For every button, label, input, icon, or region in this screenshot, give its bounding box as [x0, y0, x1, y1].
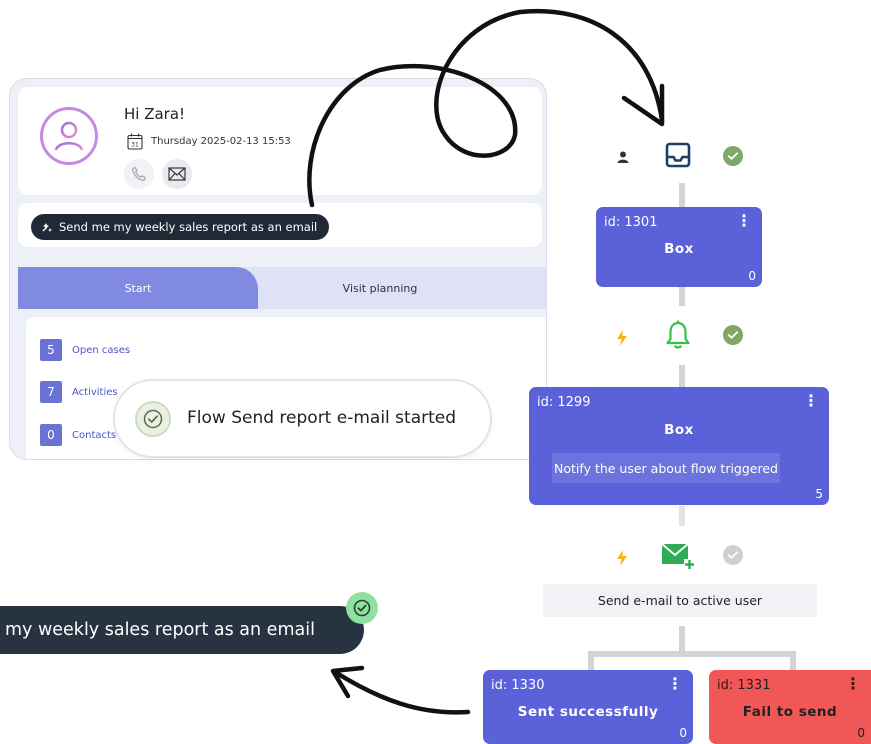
flow-started-toast: Flow Send report e-mail started — [113, 379, 492, 458]
connector — [588, 651, 796, 657]
node-count: 0 — [857, 726, 865, 740]
enlarged-prompt-chip: my weekly sales report as an email — [0, 606, 364, 654]
flow-node-1301[interactable]: id: 1301 ⋮ Box 0 — [596, 207, 762, 287]
tab-bar: Start Visit planning — [18, 267, 546, 309]
stat-contacts[interactable]: 0 Contacts — [40, 424, 116, 446]
check-circle-icon — [135, 401, 171, 437]
tab-start[interactable]: Start — [18, 267, 258, 309]
connector — [588, 651, 594, 672]
node-count: 5 — [815, 487, 823, 501]
bell-icon[interactable] — [664, 319, 692, 351]
loop-arrow-head — [621, 83, 665, 127]
stat-count: 7 — [40, 381, 62, 403]
person-icon — [614, 148, 632, 166]
stat-activities[interactable]: 7 Activities — [40, 381, 118, 403]
connector — [679, 183, 685, 209]
check-badge-icon — [346, 592, 378, 624]
prompt-strip: Send me my weekly sales report as an ema… — [18, 203, 542, 247]
node-title: Box — [664, 422, 694, 438]
phone-icon — [132, 166, 146, 181]
mail-icon — [168, 167, 186, 181]
node-title: Box — [664, 241, 694, 257]
connector — [679, 626, 685, 654]
lightning-icon — [613, 327, 631, 349]
kebab-menu-icon[interactable]: ⋮ — [736, 213, 752, 229]
node-id: id: 1330 — [491, 678, 545, 693]
user-avatar-icon — [54, 121, 84, 151]
inbox-icon[interactable] — [663, 140, 693, 170]
email-button[interactable] — [162, 159, 192, 189]
flow-node-1330[interactable]: id: 1330 ⋮ Sent successfully 0 — [483, 670, 693, 744]
date-row: 31 Thursday 2025-02-13 15:53 — [127, 133, 291, 150]
kebab-menu-icon[interactable]: ⋮ — [845, 676, 861, 692]
email-step-label: Send e-mail to active user — [543, 584, 817, 617]
stat-label: Activities — [72, 386, 118, 398]
flow-node-1299[interactable]: id: 1299 ⋮ Box Notify the user about flo… — [529, 387, 829, 505]
stat-label: Open cases — [72, 344, 131, 356]
node-title: Sent successfully — [517, 704, 659, 720]
prompt-chip[interactable]: Send me my weekly sales report as an ema… — [31, 214, 330, 240]
node-id: id: 1301 — [604, 215, 658, 230]
kebab-menu-icon[interactable]: ⋮ — [803, 393, 819, 409]
contact-buttons — [124, 159, 192, 189]
connector — [679, 506, 685, 526]
status-check-icon — [722, 145, 744, 167]
status-check-icon — [722, 324, 744, 346]
avatar[interactable] — [40, 107, 98, 165]
stat-count: 0 — [40, 424, 62, 446]
stat-count: 5 — [40, 339, 62, 361]
node-description: Notify the user about flow triggered — [552, 453, 780, 483]
stat-open-cases[interactable]: 5 Open cases — [40, 339, 130, 361]
sparkle-hand-icon — [42, 223, 52, 232]
return-arrow — [332, 669, 471, 715]
email-add-icon[interactable] — [660, 540, 696, 572]
connector — [790, 651, 796, 672]
connector — [679, 365, 685, 387]
stat-label: Contacts — [72, 429, 117, 441]
tab-visit-planning[interactable]: Visit planning — [258, 267, 502, 309]
phone-button[interactable] — [124, 159, 154, 189]
node-count: 0 — [748, 269, 756, 283]
lightning-icon — [613, 547, 631, 569]
toast-message: Flow Send report e-mail started — [187, 408, 457, 428]
greeting-text: Hi Zara! — [124, 105, 186, 123]
profile-panel: Hi Zara! 31 Thursday 2025-02-13 15:53 — [18, 87, 542, 195]
prompt-text: Send me my weekly sales report as an ema… — [59, 220, 318, 234]
connector — [679, 286, 685, 306]
enlarged-prompt-text: my weekly sales report as an email — [5, 620, 315, 640]
node-id: id: 1299 — [537, 395, 591, 410]
datetime-text: Thursday 2025-02-13 15:53 — [151, 136, 291, 147]
node-id: id: 1331 — [717, 678, 771, 693]
return-arrow-head — [330, 665, 365, 699]
flow-node-1331[interactable]: id: 1331 ⋮ Fail to send 0 — [709, 670, 871, 744]
node-count: 0 — [679, 726, 687, 740]
kebab-menu-icon[interactable]: ⋮ — [667, 676, 683, 692]
calendar-icon: 31 — [127, 133, 143, 150]
node-title: Fail to send — [742, 704, 838, 720]
calendar-day: 31 — [131, 142, 139, 149]
status-pending-icon — [722, 544, 744, 566]
